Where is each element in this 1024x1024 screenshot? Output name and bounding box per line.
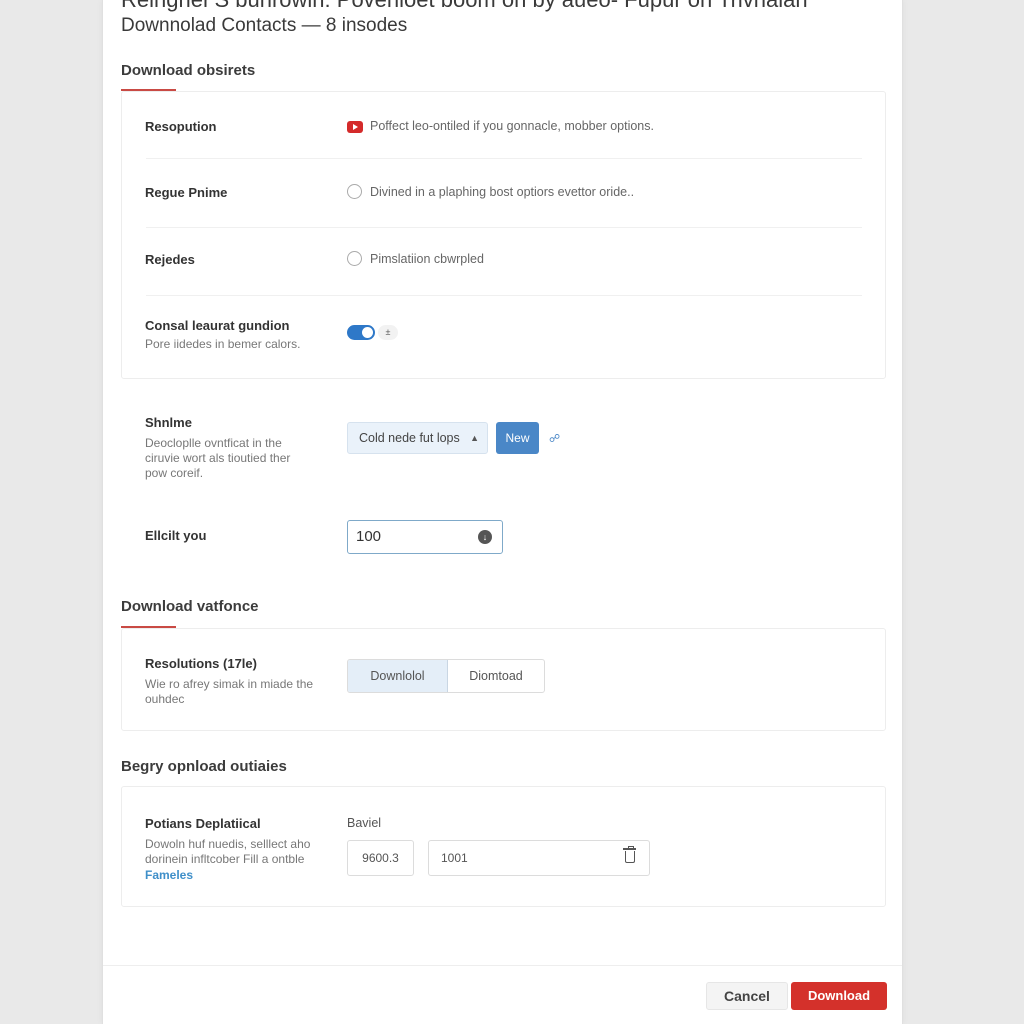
- fameles-link[interactable]: Fameles: [145, 868, 193, 882]
- shnime-label: Shnlme: [145, 415, 192, 430]
- wide-value: 1001: [441, 851, 468, 865]
- wide-value-input[interactable]: 1001: [428, 840, 650, 876]
- shnime-select[interactable]: Cold nede fut lops ▲: [347, 422, 488, 454]
- segment-option[interactable]: Diomtoad: [448, 660, 544, 692]
- segment-option[interactable]: Downlolol: [348, 660, 448, 692]
- stepper-down-icon[interactable]: ↓: [478, 530, 492, 544]
- row-divider: [146, 227, 862, 228]
- rejedes-label: Rejedes: [145, 252, 195, 267]
- link-icon[interactable]: ☍: [549, 432, 560, 445]
- shnime-description: Deocloplle ovntficat in the ciruvie wort…: [145, 436, 291, 480]
- new-button[interactable]: New: [496, 422, 539, 454]
- resolution-option-text: Poffect leo-ontiled if you gonnacle, mob…: [370, 119, 654, 133]
- dialog-title: Downnolad Contacts — 8 insodes: [121, 15, 408, 36]
- section-heading-variance: Download vatfonce: [121, 598, 259, 615]
- regue-prime-radio[interactable]: [347, 184, 362, 199]
- select-arrows-icon: ▲: [470, 433, 479, 443]
- section-heading-outputs: Begry opnload outiaies: [121, 758, 287, 775]
- clipped-header-text: Reingner'S bunrowin: Povenioet boom on b…: [121, 0, 808, 13]
- regue-prime-label: Regue Pnime: [145, 185, 228, 200]
- cancel-button[interactable]: Cancel: [706, 982, 788, 1010]
- section-heading-options: Download obsirets: [121, 62, 256, 79]
- ellcit-label: Ellcilt you: [145, 528, 207, 543]
- resolution-label: Resopution: [145, 119, 217, 134]
- footer-divider: [103, 965, 902, 966]
- youtube-play-icon[interactable]: [347, 121, 363, 133]
- row-divider: [146, 295, 862, 296]
- shnime-select-value: Cold nede fut lops: [359, 431, 460, 445]
- variance-description: Wie ro afrey simak in miade the ouhdec: [145, 677, 314, 706]
- download-dialog: Reingner'S bunrowin: Povenioet boom on b…: [102, 0, 903, 1024]
- options-card: [121, 91, 886, 379]
- row-divider: [146, 158, 862, 159]
- variance-segmented-control: Downlolol Diomtoad: [347, 659, 545, 693]
- outputs-label: Potians Deplatiical: [145, 816, 261, 831]
- consal-toggle[interactable]: [347, 325, 375, 340]
- variance-label: Resolutions (17le): [145, 656, 257, 671]
- rejedes-option-text: Pimslatiion cbwrpled: [370, 252, 484, 266]
- ellcit-value: 100: [356, 528, 382, 545]
- small-value: 9600.3: [362, 851, 399, 865]
- consal-description: Pore iidedes in bemer calors.: [145, 337, 301, 351]
- toggle-hint-icon: ±: [378, 325, 398, 340]
- baviel-field-label: Baviel: [347, 816, 382, 830]
- consal-label: Consal leaurat gundion: [145, 318, 290, 333]
- download-button[interactable]: Download: [791, 982, 887, 1010]
- rejedes-radio[interactable]: [347, 251, 362, 266]
- outputs-description: Dowoln huf nuedis, selllect aho dorinein…: [145, 837, 311, 866]
- regue-prime-option-text: Divined in a plaphing bost optiors evett…: [370, 185, 635, 199]
- small-value-input[interactable]: 9600.3: [347, 840, 414, 876]
- ellcit-number-input[interactable]: 100 ↓: [347, 520, 503, 554]
- trash-icon[interactable]: [623, 846, 636, 863]
